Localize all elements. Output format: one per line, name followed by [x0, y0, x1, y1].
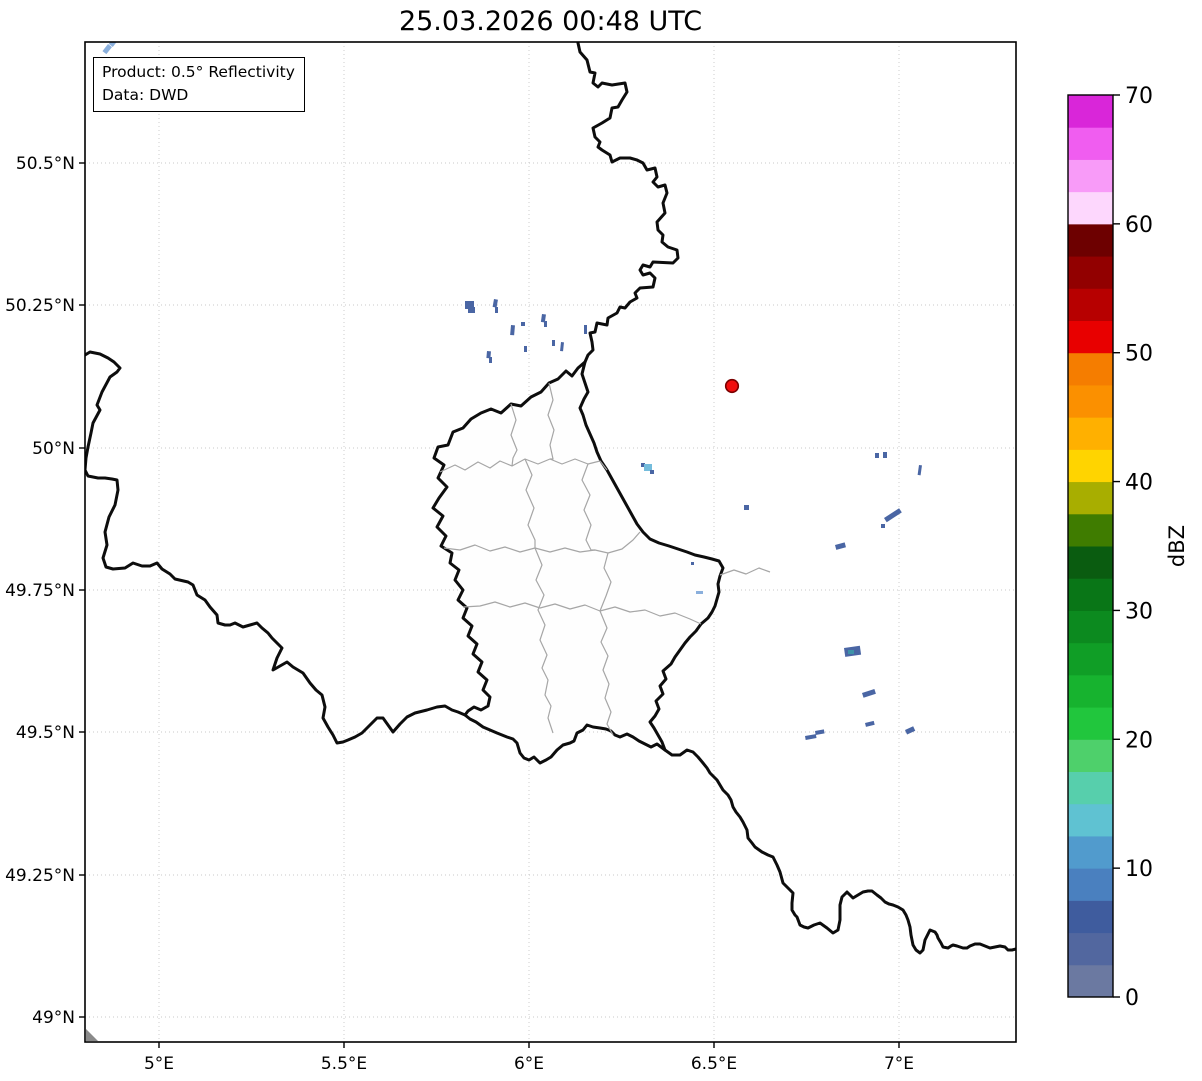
colorbar-segment [1068, 320, 1113, 354]
y-tick-label: 50.25°N [5, 296, 75, 316]
colorbar-segment [1068, 191, 1113, 225]
colorbar-tick-label: 30 [1125, 599, 1153, 624]
colorbar-segment [1068, 449, 1113, 483]
radar-echo [510, 325, 515, 336]
radar-site-marker [724, 378, 740, 394]
figure-title: 25.03.2026 00:48 UTC [398, 6, 703, 37]
border-france-belgium [85, 350, 467, 745]
radar-figure: 5°E 5.5°E 6°E 6.5°E 7°E 50.5°N 50.25°N 50°N 49.7… [0, 0, 1202, 1081]
radar-echo [815, 729, 825, 735]
colorbar-tick-label: 50 [1125, 342, 1153, 367]
radar-echo [544, 321, 547, 327]
y-tick-label: 49.25°N [5, 866, 75, 886]
colorbar-segment [1068, 256, 1113, 289]
radar-echo [552, 340, 555, 346]
radar-echo [584, 325, 587, 334]
country-borders [85, 42, 1016, 955]
radar-echo [805, 734, 817, 740]
colorbar-segment [1068, 803, 1113, 837]
colorbar-segment [1068, 159, 1113, 193]
colorbar-segment [1068, 352, 1113, 386]
colorbar-segment [1068, 384, 1113, 418]
corner-wedge [86, 1029, 98, 1041]
axis-tick-labels: 5°E 5.5°E 6°E 6.5°E 7°E 50.5°N 50.25°N 50°N 49.7… [5, 154, 914, 1074]
radar-echo [492, 299, 498, 308]
y-tick-label: 50.5°N [16, 154, 75, 174]
colorbar-tick-label: 60 [1125, 213, 1153, 238]
radar-echo [560, 342, 564, 352]
colorbar-segment [1068, 642, 1113, 676]
x-tick-label: 5.5°E [321, 1054, 367, 1074]
colorbar-segment [1068, 739, 1113, 772]
radar-echo [644, 464, 652, 471]
radar-echo [864, 720, 875, 727]
radar-echo [495, 307, 498, 313]
radar-echo [848, 650, 854, 654]
annotation-product-line: Product: 0.5° Reflectivity [102, 63, 295, 81]
radar-echo [917, 465, 922, 476]
x-tick-label: 6.5°E [691, 1054, 737, 1074]
colorbar-segment [1068, 674, 1113, 708]
radar-echo [521, 322, 525, 326]
colorbar-segment [1068, 868, 1113, 901]
colorbar-tick-label: 40 [1125, 471, 1153, 496]
colorbar-segment [1068, 546, 1113, 579]
colorbar-segment [1068, 223, 1113, 257]
radar-echo [875, 453, 879, 458]
radar-echo [883, 452, 887, 458]
colorbar-segment [1068, 932, 1113, 966]
product-annotation: Product: 0.5° Reflectivity Data: DWD [93, 57, 305, 112]
y-tick-label: 49.5°N [16, 723, 75, 743]
radar-echo [884, 508, 902, 523]
colorbar-segment [1068, 513, 1113, 547]
colorbar-segment [1068, 707, 1113, 740]
colorbar-tick-label: 70 [1125, 84, 1153, 109]
radar-echo [881, 524, 885, 528]
colorbar-segment [1068, 481, 1113, 515]
colorbar-segment [1068, 835, 1113, 869]
colorbar-segment [1068, 288, 1113, 321]
colorbar-segment [1068, 95, 1113, 128]
radar-echo [696, 591, 703, 594]
radar-echo [835, 542, 846, 550]
x-tick-label: 7°E [884, 1054, 914, 1074]
colorbar-segment [1068, 964, 1113, 998]
colorbar [1067, 94, 1114, 998]
colorbar-tick-label: 20 [1125, 728, 1153, 753]
x-tick-label: 5°E [144, 1054, 174, 1074]
colorbar-segment [1068, 900, 1113, 934]
y-tick-label: 49.75°N [5, 581, 75, 601]
radar-echo [468, 307, 475, 313]
border-france-germany [663, 748, 1016, 955]
radar-echo [744, 505, 749, 510]
annotation-data-line: Data: DWD [102, 86, 189, 104]
colorbar-tick-label: 0 [1125, 986, 1139, 1011]
radar-echo [524, 346, 527, 352]
radar-echo [489, 357, 492, 363]
y-tick-label: 49°N [32, 1008, 75, 1028]
x-tick-label: 6°E [514, 1054, 544, 1074]
radar-echo [691, 562, 694, 565]
colorbar-label: dBZ [1165, 525, 1189, 567]
border-luxembourg [431, 360, 725, 765]
radar-echo [905, 726, 916, 735]
colorbar-segment [1068, 771, 1113, 805]
colorbar-tick-label: 10 [1125, 857, 1153, 882]
colorbar-segment [1068, 578, 1113, 611]
colorbar-ticks: 0 10 20 30 40 50 60 70 [1113, 84, 1153, 1011]
radar-echo [650, 470, 654, 474]
border-belgium-germany [576, 42, 680, 364]
colorbar-segment [1068, 610, 1113, 644]
canton-line [719, 567, 771, 576]
map-plot: 5°E 5.5°E 6°E 6.5°E 7°E 50.5°N 50.25°N 50°N 49.7… [5, 41, 1189, 1074]
colorbar-segment [1068, 417, 1113, 450]
colorbar-segment [1068, 127, 1113, 160]
radar-echo [861, 688, 876, 698]
radar-echo [102, 44, 112, 55]
y-tick-label: 50°N [32, 439, 75, 459]
